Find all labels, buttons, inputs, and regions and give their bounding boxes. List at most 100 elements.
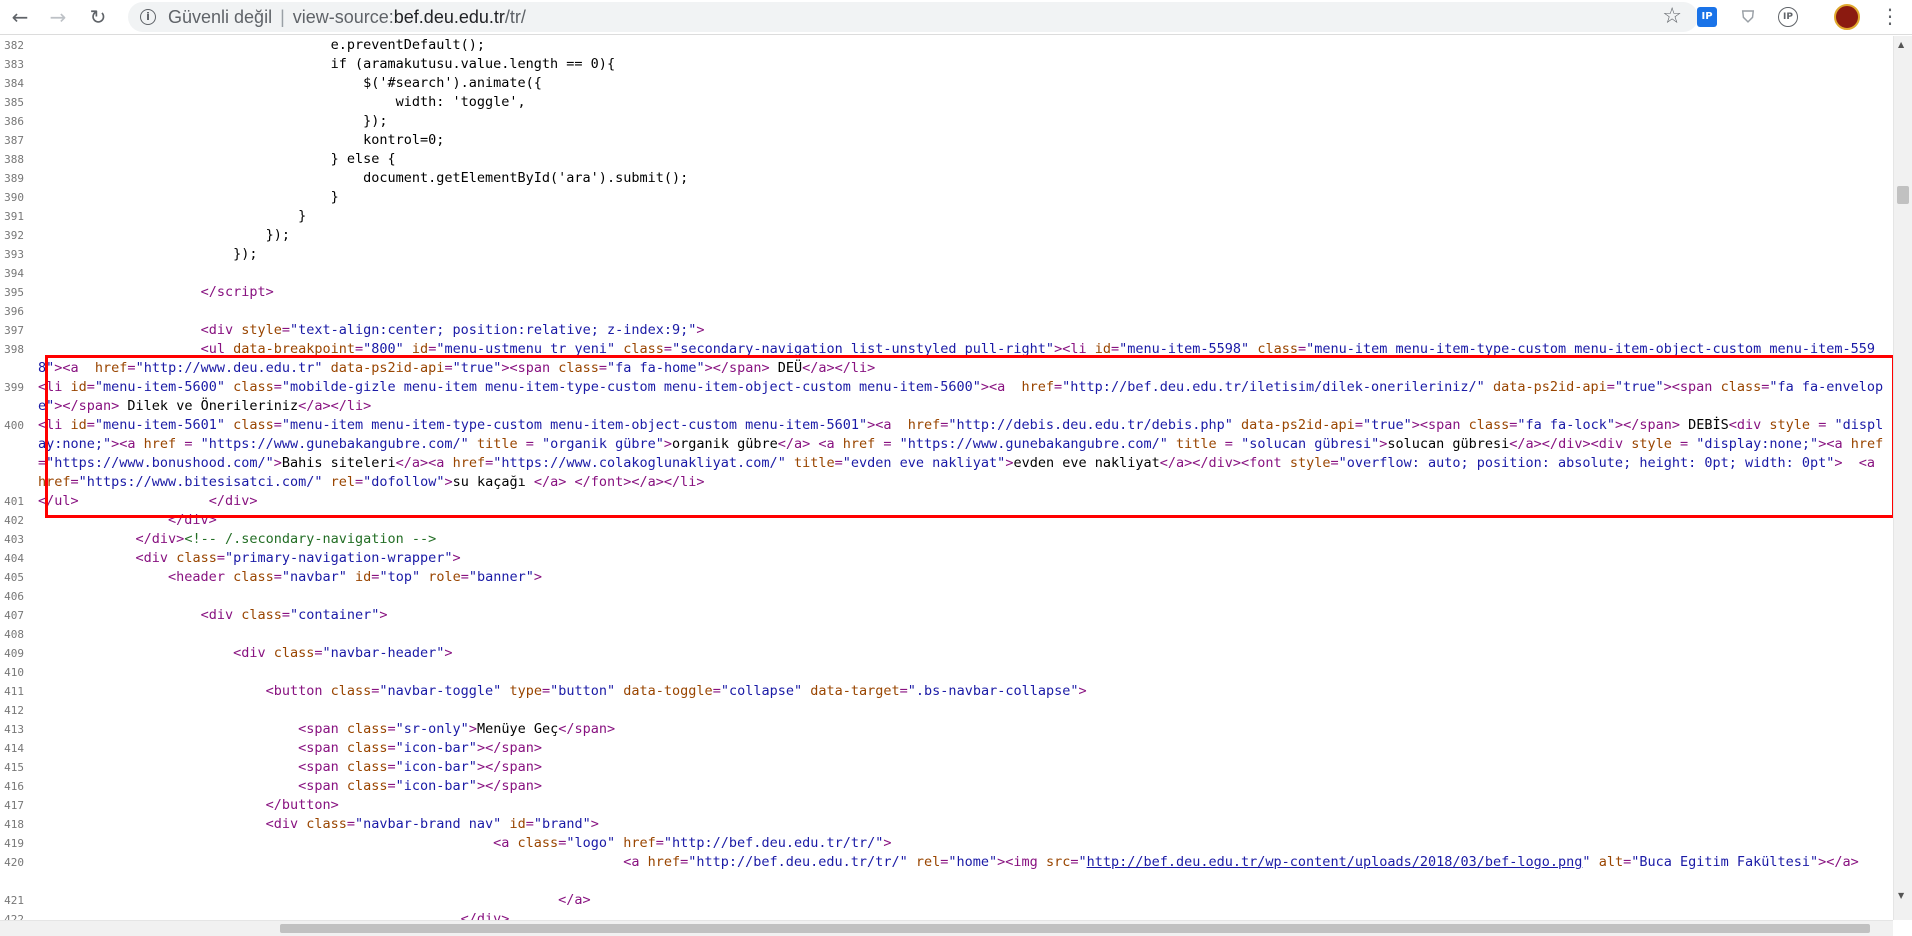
- source-line: 402 </div>: [0, 511, 1893, 530]
- line-number: 390: [4, 191, 24, 204]
- source-line-code: $('#search').animate({: [38, 75, 542, 91]
- source-line: 422 </div>: [0, 910, 1893, 920]
- ip-lookup-extension-icon[interactable]: IP: [1778, 7, 1798, 27]
- source-line-code: width: 'toggle',: [38, 94, 526, 110]
- line-number: 415: [4, 761, 24, 774]
- source-line-code: }: [38, 208, 307, 224]
- line-number: 418: [4, 818, 24, 831]
- source-line: 403 </div><!-- /.secondary-navigation --…: [0, 530, 1893, 549]
- back-arrow-icon[interactable]: ←: [8, 5, 32, 29]
- bookmark-star-icon[interactable]: ☆: [1662, 4, 1682, 29]
- source-line: 399 <li id="menu-item-5600" class="mobild…: [0, 378, 1893, 416]
- source-line: 396: [0, 302, 1893, 321]
- line-number: 413: [4, 723, 24, 736]
- source-line: 407 <div class="container">: [0, 606, 1893, 625]
- source-line: 388 } else {: [0, 150, 1893, 169]
- source-line-code: <div class="navbar-header">: [233, 645, 453, 661]
- source-line-code: <ul data-breakpoint="800" id="menu-ustme…: [38, 341, 1876, 376]
- source-line: 415 <span class="icon-bar"></span>: [0, 758, 1893, 777]
- info-icon[interactable]: i: [140, 9, 156, 25]
- reload-icon[interactable]: ↻: [86, 5, 110, 29]
- vertical-scrollbar[interactable]: ▲ ▼: [1893, 36, 1912, 920]
- source-line-code: </div><!-- /.secondary-navigation -->: [135, 531, 437, 547]
- line-number: 405: [4, 571, 24, 584]
- source-line: 397 <div style="text-align:center; posit…: [0, 321, 1893, 340]
- address-bar[interactable]: i Güvenli değil | view-source:bef.deu.edu.…: [128, 2, 1698, 32]
- source-line: 384 $('#search').animate({: [0, 74, 1893, 93]
- source-line-code: <div class="navbar-brand nav" id="brand"…: [265, 816, 599, 832]
- source-line-code: e.preventDefault();: [38, 37, 486, 53]
- source-line: 418 <div class="navbar-brand nav" id="br…: [0, 815, 1893, 834]
- line-number: 416: [4, 780, 24, 793]
- browser-toolbar: ← → ↻ i Güvenli değil | view-source:bef.de…: [0, 0, 1912, 35]
- line-number: 392: [4, 229, 24, 242]
- source-line-code: <span class="sr-only">Menüye Geç</span>: [298, 721, 616, 737]
- source-line-code: });: [38, 246, 258, 262]
- line-number: 420: [4, 856, 24, 869]
- shield-extension-icon[interactable]: ⛉: [1738, 7, 1758, 27]
- source-line: 391 }: [0, 207, 1893, 226]
- source-line: 416 <span class="icon-bar"></span>: [0, 777, 1893, 796]
- line-number: 397: [4, 324, 24, 337]
- source-line-code: <span class="icon-bar"></span>: [298, 740, 542, 756]
- horizontal-scroll-thumb[interactable]: [280, 924, 1870, 933]
- line-number: 394: [4, 267, 24, 280]
- horizontal-scrollbar[interactable]: [0, 920, 1893, 936]
- source-line-code: kontrol=0;: [38, 132, 445, 148]
- line-number: 411: [4, 685, 24, 698]
- source-line: 412: [0, 701, 1893, 720]
- line-number: 406: [4, 590, 24, 603]
- source-line-code: </div>: [168, 512, 217, 528]
- line-number: 417: [4, 799, 24, 812]
- source-line-code: </script>: [200, 284, 274, 300]
- profile-avatar[interactable]: [1834, 4, 1860, 30]
- line-number: 398: [4, 343, 24, 356]
- source-line: 404 <div class="primary-navigation-wrapp…: [0, 549, 1893, 568]
- line-number: 401: [4, 495, 24, 508]
- vertical-scroll-thumb[interactable]: [1897, 186, 1909, 204]
- source-line: 406: [0, 587, 1893, 606]
- source-line: 387 kontrol=0;: [0, 131, 1893, 150]
- source-line: 405 <header class="navbar" id="top" role…: [0, 568, 1893, 587]
- url-host: bef.deu.edu.tr: [393, 7, 505, 27]
- address-text[interactable]: Güvenli değil | view-source:bef.deu.edu.tr…: [168, 7, 526, 28]
- line-number: 407: [4, 609, 24, 622]
- source-line-code: <button class="navbar-toggle" type="butt…: [265, 683, 1087, 699]
- line-number: 422: [4, 913, 24, 920]
- line-number: 409: [4, 647, 24, 660]
- line-number: 414: [4, 742, 24, 755]
- source-line: 411 <button class="navbar-toggle" type="…: [0, 682, 1893, 701]
- line-number: 391: [4, 210, 24, 223]
- forward-arrow-icon[interactable]: →: [46, 5, 70, 29]
- ip-extension-icon[interactable]: IP: [1697, 7, 1717, 27]
- source-line-code: if (aramakutusu.value.length == 0){: [38, 56, 616, 72]
- source-line-code: <li id="menu-item-5600" class="mobilde-g…: [38, 379, 1884, 414]
- source-line-code: });: [38, 227, 290, 243]
- source-line: 417 </button>: [0, 796, 1893, 815]
- source-line-code: <span class="icon-bar"></span>: [298, 759, 542, 775]
- source-line: 419 <a class="logo" href="http://bef.deu…: [0, 834, 1893, 853]
- security-label[interactable]: Güvenli değil: [168, 7, 272, 27]
- source-line: 398 <ul data-breakpoint="800" id="menu-u…: [0, 340, 1893, 378]
- source-line: 408: [0, 625, 1893, 644]
- source-line: 414 <span class="icon-bar"></span>: [0, 739, 1893, 758]
- scroll-up-arrow-icon[interactable]: ▲: [1898, 40, 1904, 49]
- scroll-down-arrow-icon[interactable]: ▼: [1898, 891, 1904, 900]
- source-line-code: </a>: [558, 892, 591, 908]
- line-number: 393: [4, 248, 24, 261]
- menu-kebab-icon[interactable]: ⋮: [1880, 4, 1900, 28]
- source-line-code: <a href="http://bef.deu.edu.tr/tr/" rel=…: [623, 854, 1859, 870]
- line-number: 399: [4, 381, 24, 394]
- source-line: 420 <a href="http://bef.deu.edu.tr/tr/" …: [0, 853, 1893, 891]
- line-number: 389: [4, 172, 24, 185]
- source-line: 392 });: [0, 226, 1893, 245]
- source-line-code: </button>: [265, 797, 339, 813]
- source-line: 386 });: [0, 112, 1893, 131]
- source-line: 395 </script>: [0, 283, 1893, 302]
- line-number: 384: [4, 77, 24, 90]
- source-line: 382 e.preventDefault();: [0, 36, 1893, 55]
- source-line-code: }: [38, 189, 339, 205]
- source-line: 413 <span class="sr-only">Menüye Geç</sp…: [0, 720, 1893, 739]
- source-line: 401 </ul> </div>: [0, 492, 1893, 511]
- source-line-code: <div class="primary-navigation-wrapper">: [135, 550, 461, 566]
